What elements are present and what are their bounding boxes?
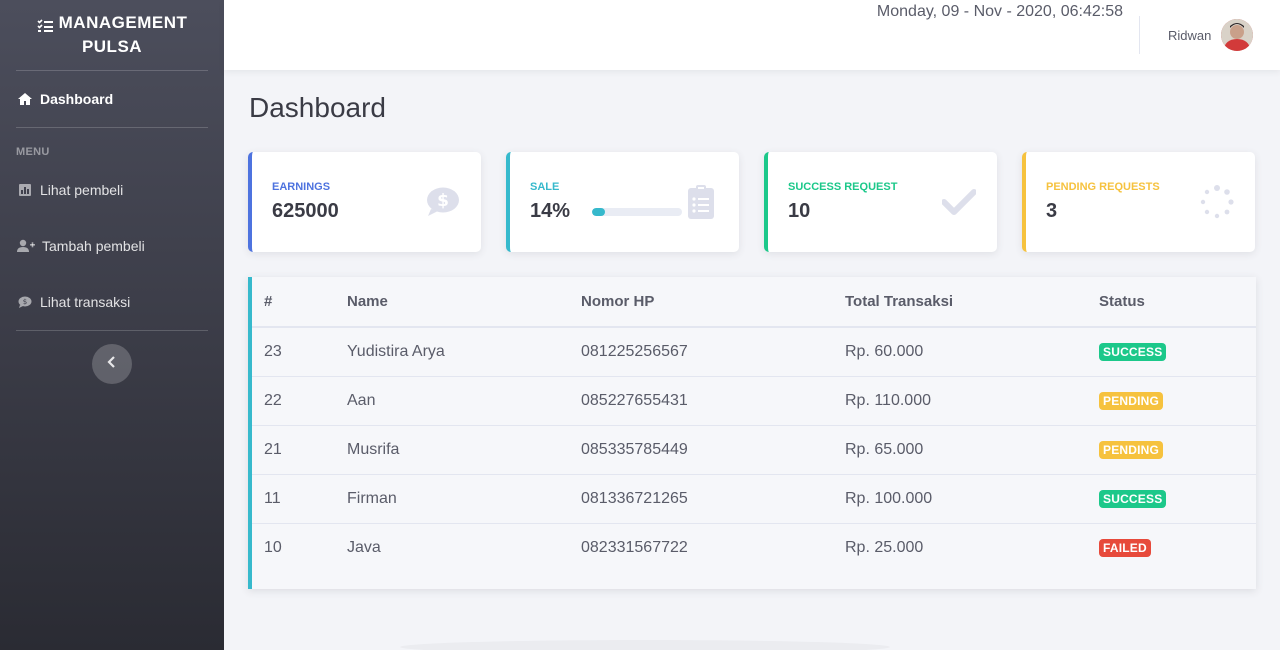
- cell-name: Java: [347, 538, 381, 556]
- sidebar-section-label: MENU: [16, 146, 50, 158]
- table-row[interactable]: 22 Aan 085227655431 Rp. 110.000 PENDING: [252, 376, 1256, 426]
- spinner-icon: [1199, 184, 1235, 220]
- cell-number: 22: [252, 376, 347, 426]
- success-request-label: SUCCESS REQUEST: [788, 181, 898, 193]
- sidebar-item-lihat-pembeli[interactable]: Lihat pembeli: [0, 162, 224, 218]
- cell-status: PENDING: [1099, 376, 1256, 426]
- transactions-table: # Name Nomor HP Total Transaksi Status 2…: [252, 277, 1256, 572]
- sidebar-item-tambah-pembeli[interactable]: Tambah pembeli: [0, 218, 224, 274]
- sale-label: SALE: [530, 181, 560, 193]
- column-header-name[interactable]: Name: [347, 277, 581, 328]
- sale-progress-fill: [592, 208, 605, 216]
- datetime-display: Monday, 09 - Nov - 2020, 06:42:58: [876, 3, 1123, 20]
- sale-card: SALE 14%: [506, 152, 739, 252]
- pending-requests-value: 3: [1046, 200, 1058, 222]
- cell-total: Rp. 65.000: [845, 425, 1099, 475]
- cell-name: Musrifa: [347, 425, 581, 475]
- page-title: Dashboard: [249, 92, 386, 123]
- cell-number: 21: [252, 425, 347, 475]
- sidebar-item-label: Lihat transaksi: [40, 294, 131, 310]
- chevron-left-icon: [107, 355, 117, 373]
- sale-progress-bar: [592, 208, 682, 216]
- column-header-number[interactable]: #: [252, 277, 347, 328]
- sidebar-item-label: Dashboard: [40, 91, 114, 107]
- brand[interactable]: MANAGEMENT PULSA: [0, 0, 224, 70]
- pending-requests-card: PENDING REQUESTS 3: [1022, 152, 1255, 252]
- brand-line2: PULSA: [81, 37, 143, 56]
- status-badge: SUCCESS: [1099, 342, 1167, 361]
- user-menu[interactable]: Ridwan: [1168, 19, 1254, 51]
- status-badge: PENDING: [1099, 391, 1164, 410]
- status-badge: PENDING: [1099, 440, 1164, 459]
- comment-dollar-icon: $: [16, 295, 34, 309]
- sidebar-divider: [16, 330, 208, 331]
- status-badge: FAILED: [1099, 538, 1151, 557]
- cell-status: SUCCESS: [1099, 474, 1256, 524]
- table-row[interactable]: 23 Yudistira Arya 081225256567 Rp. 60.00…: [252, 327, 1256, 377]
- status-badge: SUCCESS: [1099, 489, 1167, 508]
- check-icon: [941, 184, 977, 220]
- svg-text:$: $: [437, 191, 449, 211]
- cell-status: FAILED: [1099, 523, 1256, 572]
- cell-total: Rp. 110.000: [845, 376, 1099, 426]
- table-header-row: # Name Nomor HP Total Transaksi Status: [252, 277, 1256, 328]
- cell-phone: 081225256567: [581, 327, 845, 377]
- sidebar: MANAGEMENT PULSA Dashboard MENU Lihat pe…: [0, 0, 224, 650]
- cell-total: Rp. 60.000: [845, 327, 1099, 377]
- table-row[interactable]: 10 Java 082331567722 Rp. 25.000 FAILED: [252, 523, 1256, 572]
- comment-dollar-icon: $: [425, 184, 461, 220]
- success-request-card: SUCCESS REQUEST 10: [764, 152, 997, 252]
- svg-text:$: $: [23, 298, 27, 306]
- cell-number: 10: [264, 538, 282, 556]
- cell-name: Yudistira Arya: [347, 327, 581, 377]
- column-header-total[interactable]: Total Transaksi: [845, 277, 1099, 328]
- sidebar-item-dashboard[interactable]: Dashboard: [0, 71, 224, 127]
- cell-phone: 082331567722: [581, 538, 688, 556]
- user-plus-icon: [16, 239, 36, 253]
- cell-name: Aan: [347, 376, 581, 426]
- cell-number: 23: [252, 327, 347, 377]
- footer-shadow: [400, 640, 890, 650]
- table-row[interactable]: 11 Firman 081336721265 Rp. 100.000 SUCCE…: [252, 474, 1256, 524]
- cell-number: 11: [252, 474, 347, 524]
- cell-status: SUCCESS: [1099, 327, 1256, 377]
- cell-phone: 085335785449: [581, 425, 845, 475]
- earnings-label: EARNINGS: [272, 181, 331, 193]
- tasks-icon: [37, 16, 53, 32]
- sale-value: 14%: [530, 200, 571, 222]
- success-request-value: 10: [788, 200, 811, 222]
- sidebar-toggle-button[interactable]: [92, 344, 132, 384]
- transactions-table-card: # Name Nomor HP Total Transaksi Status 2…: [248, 277, 1256, 589]
- chart-icon: [16, 183, 34, 197]
- cell-status: PENDING: [1099, 425, 1256, 475]
- brand-line1: MANAGEMENT: [58, 13, 188, 32]
- earnings-value: 625000: [272, 200, 339, 222]
- earnings-card: EARNINGS 625000 $: [248, 152, 481, 252]
- sidebar-item-label: Lihat pembeli: [40, 182, 124, 198]
- cell-name: Firman: [347, 474, 581, 524]
- column-header-phone[interactable]: Nomor HP: [581, 277, 845, 328]
- user-name: Ridwan: [1168, 27, 1212, 43]
- avatar[interactable]: [1221, 19, 1254, 51]
- table-row[interactable]: 21 Musrifa 085335785449 Rp. 65.000 PENDI…: [252, 425, 1256, 475]
- topbar-divider: [1139, 16, 1140, 54]
- sidebar-item-label: Tambah pembeli: [42, 238, 145, 254]
- clipboard-list-icon: [683, 184, 719, 220]
- pending-requests-label: PENDING REQUESTS: [1046, 181, 1160, 193]
- sidebar-item-lihat-transaksi[interactable]: $ Lihat transaksi: [0, 274, 224, 330]
- cell-total: Rp. 100.000: [845, 474, 1099, 524]
- cell-phone: 081336721265: [581, 474, 845, 524]
- topbar: Monday, 09 - Nov - 2020, 06:42:58 Ridwan: [224, 0, 1280, 70]
- column-header-status[interactable]: Status: [1099, 277, 1256, 328]
- cell-phone: 085227655431: [581, 376, 845, 426]
- cell-total: Rp. 25.000: [845, 538, 924, 556]
- home-icon: [16, 92, 34, 106]
